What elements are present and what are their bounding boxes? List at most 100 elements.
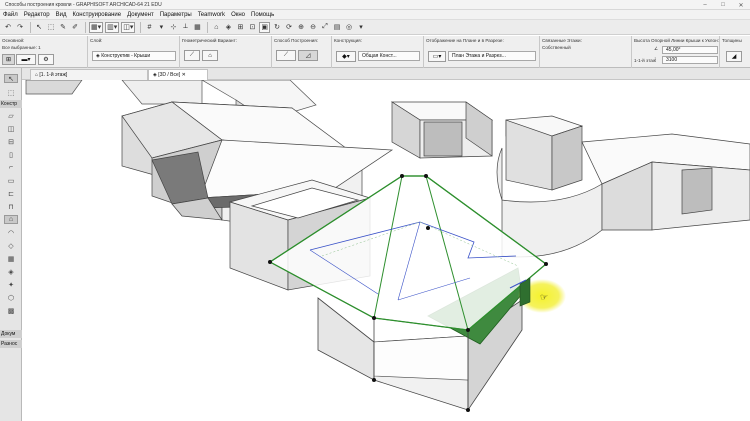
- select-dropdown-icon[interactable]: ▬▾: [16, 54, 36, 65]
- grid-snap-icon[interactable]: ▦: [192, 22, 202, 33]
- floor-plan-icon[interactable]: ⌂: [211, 22, 221, 33]
- orbit-icon[interactable]: ⟳: [284, 22, 294, 33]
- guide-icon[interactable]: ⟂: [180, 22, 190, 33]
- render-dropdown-icon[interactable]: ▾: [356, 22, 366, 33]
- marquee-icon[interactable]: ⬚: [46, 22, 56, 33]
- curtain-wall-tool-icon[interactable]: ▦: [4, 254, 18, 263]
- structure-label: Конструкция:: [334, 38, 362, 43]
- syringe-icon[interactable]: ✐: [70, 22, 80, 33]
- infobox-method: Способ Построения: ⟋ ◿: [272, 36, 332, 68]
- info-box: Основной: Все выбранные: 1 ⊞ ▬▾ ⚙ Слой: …: [0, 36, 750, 68]
- archicad-window: Способы построения кровли - GRAPHISOFT A…: [0, 0, 750, 421]
- render-icon[interactable]: ◎: [344, 22, 354, 33]
- height-value: 3100: [666, 57, 678, 63]
- toolbox-document-header[interactable]: Докум: [0, 330, 22, 338]
- polygon-method-icon[interactable]: ⟋: [276, 50, 296, 61]
- redo-icon[interactable]: ↷: [15, 22, 25, 33]
- eyedropper-icon[interactable]: ✎: [58, 22, 68, 33]
- element-combo-icon[interactable]: ◫▾: [121, 21, 136, 33]
- tab-floor-plan-label: [1. 1-й этаж]: [39, 72, 68, 78]
- object-tool-icon[interactable]: ✦: [4, 280, 18, 289]
- door-tool-icon[interactable]: ◫: [4, 124, 18, 133]
- grid-icon[interactable]: #: [144, 22, 154, 33]
- thickness-icon[interactable]: ◢: [726, 51, 742, 62]
- single-plane-roof-icon[interactable]: ⟋: [184, 50, 200, 61]
- height-label: Высота Опорной Линии Крыши к Уклон:: [634, 38, 719, 43]
- layer-select[interactable]: ◈ Конструктив - Крыши: [92, 51, 176, 61]
- stair-tool-icon[interactable]: ⊏: [4, 189, 18, 198]
- section-icon[interactable]: ⊞: [235, 22, 245, 33]
- menu-edit[interactable]: Редактор: [24, 12, 50, 18]
- linked-value[interactable]: Собственный: [542, 45, 571, 50]
- zoom-out-icon[interactable]: ⊖: [308, 22, 318, 33]
- zone-tool-icon[interactable]: ⬡: [4, 293, 18, 302]
- height-field[interactable]: 3100: [662, 56, 718, 64]
- 3d-model-canvas[interactable]: ☞: [22, 80, 750, 421]
- 3d-viewport[interactable]: ☞: [22, 80, 750, 421]
- minimize-button[interactable]: –: [696, 0, 714, 10]
- layer-combo-icon[interactable]: ▦▾: [89, 21, 104, 33]
- structure-type-icon[interactable]: ◆▾: [336, 51, 356, 62]
- roof-hotspot[interactable]: [544, 262, 548, 266]
- roof-hotspot[interactable]: [372, 378, 376, 382]
- slab-tool-icon[interactable]: ▭: [4, 176, 18, 185]
- undo-icon[interactable]: ↶: [3, 22, 13, 33]
- railing-tool-icon[interactable]: ⊓: [4, 202, 18, 211]
- story-combo-icon[interactable]: ▥▾: [105, 21, 120, 33]
- window-title: Способы построения кровли - GRAPHISOFT A…: [5, 1, 162, 8]
- roof-hotspot[interactable]: [466, 408, 470, 412]
- marquee-tool-icon[interactable]: ⬚: [4, 88, 18, 97]
- structure-select[interactable]: Общая Конст...: [358, 51, 420, 61]
- tab-3d[interactable]: ◈ [3D / Все] ✕: [148, 69, 208, 80]
- toolbox-more-header[interactable]: Разнос: [0, 340, 22, 348]
- roof-hotspot[interactable]: [424, 174, 428, 178]
- beam-tool-icon[interactable]: ⌐: [4, 163, 18, 172]
- pointer-icon[interactable]: ↖: [34, 22, 44, 33]
- settings-dialog-icon[interactable]: ⚙: [38, 54, 54, 65]
- menu-view[interactable]: Вид: [56, 12, 67, 18]
- tab-close-icon[interactable]: ✕: [180, 72, 186, 78]
- tab-floor-plan[interactable]: ⌂ [1. 1-й этаж]: [30, 69, 148, 80]
- shell-tool-icon[interactable]: ◠: [4, 228, 18, 237]
- roof-hotspot[interactable]: [400, 174, 404, 178]
- roof-hotspot[interactable]: [426, 226, 430, 230]
- skylight-tool-icon[interactable]: ◇: [4, 241, 18, 250]
- elevation-icon[interactable]: ⊡: [247, 22, 257, 33]
- 3d-view-icon[interactable]: ◈: [223, 22, 233, 33]
- snap-icon[interactable]: ⊹: [168, 22, 178, 33]
- layout-icon[interactable]: ▤: [332, 22, 342, 33]
- menu-file[interactable]: Файл: [3, 12, 18, 18]
- zoom-in-icon[interactable]: ⊕: [296, 22, 306, 33]
- close-button[interactable]: ✕: [732, 0, 750, 10]
- window-tool-icon[interactable]: ⊟: [4, 137, 18, 146]
- rectangle-method-icon[interactable]: ◿: [298, 50, 318, 61]
- menu-help[interactable]: Помощь: [251, 12, 274, 18]
- infobox-layer: Слой: ◈ Конструктив - Крыши: [88, 36, 180, 68]
- angle-field[interactable]: 45,00°: [662, 46, 718, 54]
- window-view-icon[interactable]: ▣: [259, 21, 271, 33]
- maximize-button[interactable]: □: [714, 0, 732, 10]
- roof-hotspot[interactable]: [372, 316, 376, 320]
- mesh-tool-icon[interactable]: ▩: [4, 306, 18, 315]
- menu-design[interactable]: Конструирование: [72, 12, 121, 18]
- display-select[interactable]: План Этажа и Разрез...: [448, 51, 536, 61]
- menu-window[interactable]: Окно: [231, 12, 245, 18]
- menu-teamwork[interactable]: Teamwork: [198, 12, 225, 18]
- morph-tool-icon[interactable]: ◈: [4, 267, 18, 276]
- toolbox-construct-header[interactable]: Констр: [0, 100, 22, 108]
- multi-plane-roof-icon[interactable]: ⌂: [202, 50, 218, 61]
- arrow-tool-icon[interactable]: ↖: [4, 74, 18, 83]
- wall-tool-icon[interactable]: ▱: [4, 111, 18, 120]
- story-value: 1-1-й этаж: [634, 58, 656, 63]
- menu-document[interactable]: Документ: [127, 12, 154, 18]
- roof-tool-icon[interactable]: ⌂: [4, 215, 18, 224]
- column-tool-icon[interactable]: ▯: [4, 150, 18, 159]
- fit-icon[interactable]: ⤢: [320, 22, 330, 33]
- select-all-icon[interactable]: ⊞: [2, 54, 15, 65]
- display-icon[interactable]: ▭▾: [428, 51, 446, 62]
- roof-hotspot[interactable]: [466, 328, 470, 332]
- rotate-icon[interactable]: ↻: [272, 22, 282, 33]
- menu-options[interactable]: Параметры: [160, 12, 192, 18]
- roof-hotspot[interactable]: [268, 260, 272, 264]
- grid-dropdown-icon[interactable]: ▾: [156, 22, 166, 33]
